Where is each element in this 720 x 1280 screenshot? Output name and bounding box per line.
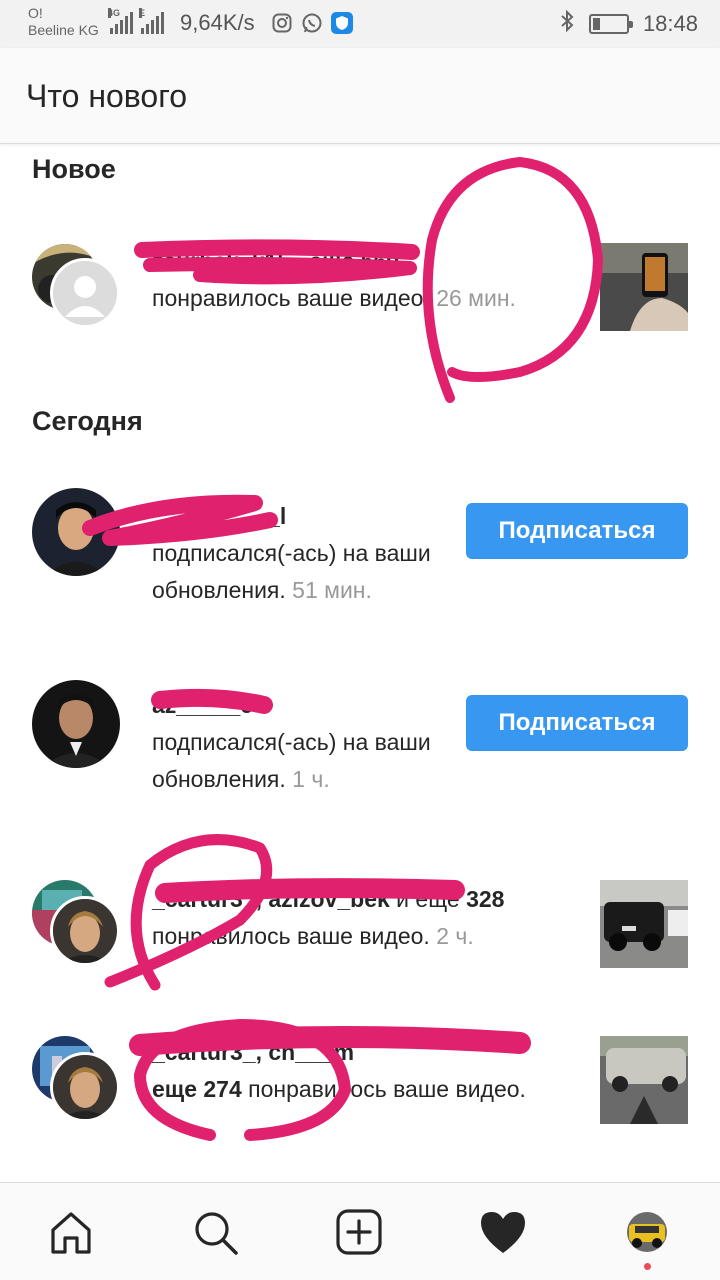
signal-type-label: 4G xyxy=(108,8,121,18)
status-bar: O! Beeline KG 4G E 9,64K/s 18:48 xyxy=(0,0,720,48)
carrier-line-2: Beeline KG xyxy=(28,22,99,38)
activity-heart-icon[interactable] xyxy=(476,1205,530,1259)
notification-row[interactable]: __________l подписался(-ась) на ваши обн… xyxy=(0,488,720,648)
carrier-line-1: O! xyxy=(28,5,43,21)
avatar[interactable] xyxy=(50,258,120,328)
timestamp: 1 ч. xyxy=(292,766,330,792)
signal-icon: 4G xyxy=(108,8,133,34)
bluetooth-icon xyxy=(559,9,575,39)
battery-icon xyxy=(588,14,633,34)
username[interactable]: __________l xyxy=(152,503,286,529)
notification-message: понравилось ваше видео. xyxy=(152,285,430,311)
timestamp: 2 ч. xyxy=(436,923,474,949)
network-speed: 9,64K/s xyxy=(180,10,255,35)
username[interactable]: az_____e xyxy=(152,692,253,718)
likes-count: еще 274 xyxy=(152,1076,242,1102)
profile-avatar[interactable] xyxy=(620,1205,674,1259)
battery-level xyxy=(592,18,600,30)
clock: 18:48 xyxy=(642,11,698,36)
notification-row[interactable]: _cartur3_, ch___m еще 274 понравилось ва… xyxy=(0,1034,720,1154)
follow-button[interactable]: Подписаться xyxy=(466,503,688,559)
notification-row[interactable]: zaurbek_k15_ еще 560 понравилось ваше ви… xyxy=(0,240,720,360)
username[interactable]: _cartur3_, ch___m xyxy=(152,1039,354,1065)
new-post-icon[interactable] xyxy=(332,1205,386,1259)
whatsapp-icon xyxy=(301,12,323,34)
post-thumbnail[interactable] xyxy=(600,1036,688,1124)
carrier-name: O! Beeline KG xyxy=(28,5,99,39)
signal-icon-2: E xyxy=(139,8,164,34)
notification-badge xyxy=(644,1263,651,1270)
notification-row[interactable]: az_____e подписался(-ась) на ваши обновл… xyxy=(0,680,720,830)
notification-text: __________l подписался(-ась) на ваши обн… xyxy=(152,498,442,609)
avatar[interactable] xyxy=(50,896,120,966)
post-thumbnail[interactable] xyxy=(600,243,688,331)
search-icon[interactable] xyxy=(188,1205,242,1259)
timestamp: 51 мин. xyxy=(292,577,372,603)
home-icon[interactable] xyxy=(44,1205,98,1259)
notification-text: _cartur3_, azizov_bek и еще 328 понравил… xyxy=(152,881,572,955)
notification-message: понравилось ваше видео. xyxy=(152,923,430,949)
post-thumbnail[interactable] xyxy=(600,880,688,968)
avatar[interactable] xyxy=(32,680,120,768)
connector-text: и еще xyxy=(389,886,467,912)
notification-message: понравилось ваше видео. xyxy=(241,1076,526,1102)
bottom-navigation xyxy=(0,1182,720,1280)
section-title-new: Новое xyxy=(32,154,116,184)
username[interactable]: zaurbek_k15_ xyxy=(152,248,303,274)
notification-text: _cartur3_, ch___m еще 274 понравилось ва… xyxy=(152,1034,572,1108)
page-title: Что нового xyxy=(26,78,187,114)
signal-type-label-2: E xyxy=(139,8,146,18)
shield-app-icon xyxy=(330,12,353,34)
notification-text: zaurbek_k15_ еще 560 понравилось ваше ви… xyxy=(152,243,582,317)
app-header: Что нового xyxy=(0,48,720,144)
notification-row[interactable]: _cartur3_, azizov_bek и еще 328 понравил… xyxy=(0,878,720,998)
notification-text: az_____e подписался(-ась) на ваши обновл… xyxy=(152,687,442,798)
timestamp: 26 мин. xyxy=(436,285,516,311)
section-title-today: Сегодня xyxy=(32,406,143,436)
follow-button[interactable]: Подписаться xyxy=(466,695,688,751)
avatar[interactable] xyxy=(32,488,120,576)
likes-count: еще 560 xyxy=(309,248,400,274)
likes-count: 328 xyxy=(466,886,505,912)
instagram-icon xyxy=(271,12,293,34)
username[interactable]: _cartur3_, azizov_bek xyxy=(152,886,390,912)
avatar[interactable] xyxy=(50,1052,120,1122)
